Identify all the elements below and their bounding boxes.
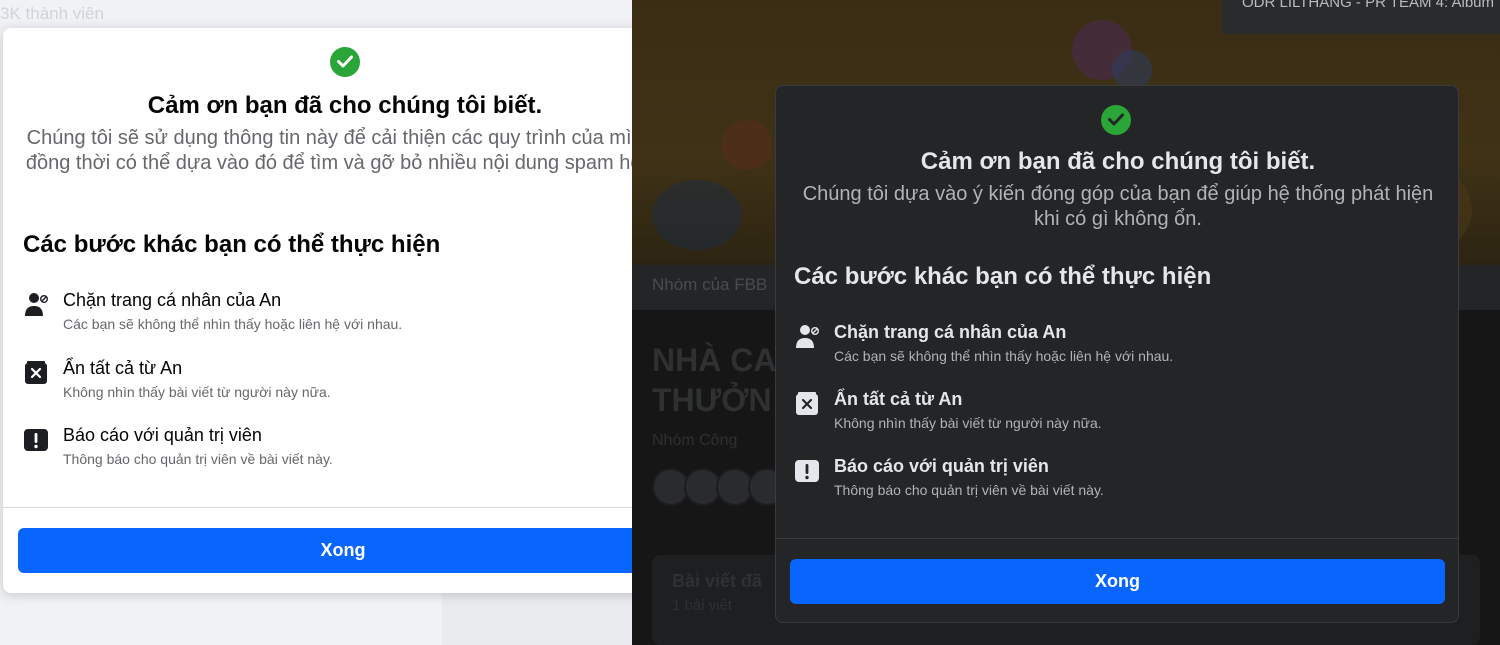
action-subtitle: Không nhìn thấy bài viết từ người này nữ…	[63, 384, 331, 400]
done-button[interactable]: Xong	[18, 528, 632, 573]
action-title: Báo cáo với quản trị viên	[63, 425, 262, 445]
member-avatars	[652, 468, 786, 511]
block-profile-action[interactable]: Chặn trang cá nhân của An Các bạn sẽ khô…	[794, 322, 1414, 372]
feedback-confirmation-dialog-light: Cảm ơn bạn đã cho chúng tôi biết. Chúng …	[3, 28, 632, 593]
background-block	[442, 590, 632, 645]
report-exclamation-icon	[24, 429, 48, 451]
group-name: NHÀ CA THƯỞN	[652, 342, 777, 418]
report-admin-action[interactable]: Báo cáo với quản trị viên Thông báo cho …	[23, 425, 623, 475]
action-title: Ẩn tất cả từ An	[834, 389, 963, 409]
done-button[interactable]: Xong	[790, 559, 1445, 604]
group-privacy: Nhóm Công	[652, 432, 738, 449]
success-check-icon	[330, 47, 360, 77]
report-exclamation-icon	[795, 460, 819, 482]
block-user-icon	[796, 325, 820, 348]
action-title: Chặn trang cá nhân của An	[834, 322, 1067, 342]
hide-box-icon	[25, 361, 47, 384]
action-subtitle: Thông báo cho quản trị viên về bài viết …	[834, 482, 1104, 498]
dialog-description: Chúng tôi sẽ sử dụng thông tin này để cả…	[25, 127, 632, 174]
report-admin-action[interactable]: Báo cáo với quản trị viên Thông báo cho …	[794, 456, 1414, 506]
member-count-text: 3K thành viên	[0, 4, 104, 23]
dialog-description: Chúng tôi dựa vào ý kiến đóng góp của bạ…	[802, 183, 1434, 230]
group-bar-text: Nhóm của FBB	[652, 275, 768, 294]
action-title: Ẩn tất cả từ An	[63, 358, 183, 378]
dialog-divider	[776, 538, 1458, 539]
feedback-confirmation-dialog-dark: Cảm ơn bạn đã cho chúng tôi biết. Chúng …	[775, 85, 1459, 623]
hide-all-action[interactable]: Ẩn tất cả từ An Không nhìn thấy bài viết…	[23, 358, 623, 408]
block-profile-action[interactable]: Chặn trang cá nhân của An Các bạn sẽ khô…	[23, 290, 623, 340]
block-user-icon	[25, 293, 49, 316]
other-steps-heading: Các bước khác bạn có thể thực hiện	[794, 263, 1212, 290]
posts-title: Bài viết đã	[672, 571, 763, 591]
hide-box-icon	[796, 392, 818, 415]
dialog-divider	[3, 507, 632, 508]
notification-text: ODR LILTHANG - PR TEAM 4: Album	[1242, 0, 1495, 11]
success-check-icon	[1101, 105, 1131, 135]
action-subtitle: Thông báo cho quản trị viên về bài viết …	[63, 451, 333, 467]
dialog-title: Cảm ơn bạn đã cho chúng tôi biết.	[920, 148, 1316, 175]
other-steps-heading: Các bước khác bạn có thể thực hiện	[23, 231, 441, 258]
notification-toast[interactable]: ODR LILTHANG - PR TEAM 4: Album	[1222, 0, 1500, 34]
posts-sub: 1 bài viết	[672, 597, 733, 614]
action-title: Chặn trang cá nhân của An	[63, 290, 282, 310]
action-title: Báo cáo với quản trị viên	[834, 456, 1049, 476]
action-subtitle: Các bạn sẽ không thể nhìn thấy hoặc liên…	[63, 316, 403, 332]
dialog-title: Cảm ơn bạn đã cho chúng tôi biết.	[147, 92, 543, 119]
hide-all-action[interactable]: Ẩn tất cả từ An Không nhìn thấy bài viết…	[794, 389, 1414, 439]
action-subtitle: Các bạn sẽ không thể nhìn thấy hoặc liên…	[834, 348, 1174, 364]
action-subtitle: Không nhìn thấy bài viết từ người này nữ…	[834, 415, 1102, 431]
left-page-background: 3K thành viên Cảm ơn bạn đã cho chúng tô…	[0, 0, 632, 645]
